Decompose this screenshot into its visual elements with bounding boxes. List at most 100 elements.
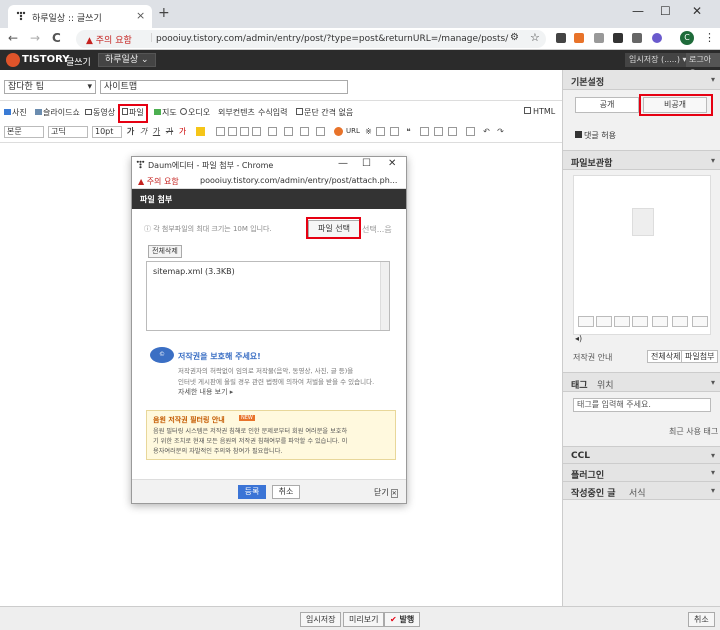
close-tab-icon[interactable]: × <box>136 9 145 22</box>
copyright-details-link[interactable]: 자세한 내용 보기 ▸ <box>178 387 233 397</box>
popup-minimize-button[interactable]: — <box>338 158 348 169</box>
paragraph-style-select[interactable]: 본문 <box>4 126 44 138</box>
indent-icon[interactable] <box>300 127 309 136</box>
address-url[interactable]: poooiuy.tistory.com/admin/entry/post/?ty… <box>156 34 508 44</box>
public-option-button[interactable]: 공개 <box>575 97 639 113</box>
recent-tags-link[interactable]: 최근 사용 태그 <box>669 426 718 437</box>
float-right-icon[interactable] <box>652 316 668 327</box>
insert-icon[interactable] <box>672 316 688 327</box>
text-color-button[interactable]: 가 <box>178 127 187 136</box>
preview-button[interactable]: 미리보기 <box>343 612 385 627</box>
speaker-icon[interactable]: ◂) <box>575 334 582 343</box>
align-right-icon[interactable] <box>614 316 630 327</box>
extension-icon[interactable] <box>594 33 604 43</box>
insert-map-button[interactable]: 지도 <box>154 107 177 118</box>
temp-save-dropdown[interactable]: 임시저장 (.....) ▾ <box>625 53 691 67</box>
blog-selector[interactable]: 하루일상 ⌄ <box>98 53 156 67</box>
reload-button[interactable]: C <box>52 31 61 45</box>
bold-button[interactable]: 가 <box>126 127 135 136</box>
new-tab-button[interactable]: + <box>158 5 170 21</box>
extension-icon[interactable] <box>556 33 566 43</box>
file-storage-header[interactable]: 파일보관함 ▾ <box>563 150 720 170</box>
insert-equation-button[interactable]: 수식입력 <box>258 107 287 118</box>
insert-external-content-button[interactable]: 외부컨텐츠 <box>218 107 255 118</box>
attach-file-button[interactable]: 파일첨부 <box>681 350 719 363</box>
temp-save-button[interactable]: 임시저장 <box>300 612 342 627</box>
more-icon[interactable] <box>448 127 457 136</box>
format-tab[interactable]: 서식 <box>629 486 646 499</box>
quote-icon[interactable]: ❝ <box>404 127 413 136</box>
delete-all-files-button[interactable]: 전체삭제 <box>647 350 685 363</box>
align-center-icon[interactable] <box>228 127 237 136</box>
extension-icon[interactable] <box>574 33 584 43</box>
close-window-button[interactable]: ✕ <box>692 4 702 18</box>
code-icon[interactable] <box>434 127 443 136</box>
comment-allow-checkbox[interactable]: 댓글 허용 <box>575 130 616 141</box>
register-button[interactable]: 등록 <box>238 485 266 499</box>
translate-icon[interactable]: ⚙ <box>510 32 519 43</box>
cancel-button[interactable]: 취소 <box>688 612 715 627</box>
location-tab[interactable]: 위치 <box>597 378 614 391</box>
scrollbar[interactable] <box>380 262 389 330</box>
align-center-icon[interactable] <box>596 316 612 327</box>
extension-icon[interactable] <box>652 33 662 43</box>
extension-icon[interactable] <box>632 33 642 43</box>
profile-avatar[interactable]: C <box>680 31 694 45</box>
find-icon[interactable] <box>466 127 475 136</box>
logout-button[interactable]: 로그아웃 <box>686 53 720 78</box>
list-icon[interactable] <box>284 127 293 136</box>
delete-all-button[interactable]: 전체삭제 <box>148 245 182 258</box>
maximize-button[interactable]: ☐ <box>660 4 671 18</box>
security-warning[interactable]: ▲ 주의 요함 <box>86 33 132 46</box>
box-icon[interactable] <box>420 127 429 136</box>
insert-slideshow-button[interactable]: 슬라이드쇼 <box>35 107 80 118</box>
tag-input[interactable]: 태그를 입력해 주세요. <box>573 398 711 412</box>
back-button[interactable]: ← <box>8 31 18 45</box>
browser-tab[interactable]: 하루일상 :: 글쓰기 × <box>8 5 152 28</box>
insert-video-button[interactable]: 동영상 <box>85 107 115 118</box>
address-bar[interactable]: ▲ 주의 요함 | poooiuy.tistory.com/admin/entr… <box>76 30 546 48</box>
table-icon[interactable] <box>376 127 385 136</box>
plugins-header[interactable]: 플러그인 ▾ <box>563 464 720 482</box>
insert-audio-button[interactable]: 오디오 <box>180 107 210 118</box>
strikethrough-button[interactable]: 가 <box>165 127 174 136</box>
popup-cancel-button[interactable]: 취소 <box>272 485 300 499</box>
popup-close-button[interactable]: ✕ <box>388 158 396 169</box>
popup-maximize-button[interactable]: ☐ <box>362 158 371 169</box>
font-family-select[interactable]: 고딕 <box>48 126 88 138</box>
delete-icon[interactable] <box>692 316 708 327</box>
float-left-icon[interactable] <box>632 316 648 327</box>
basic-settings-header[interactable]: 기본설정 ▾ <box>563 70 720 90</box>
emoticon-icon[interactable] <box>334 127 343 136</box>
popup-close-link[interactable]: 닫기 ✕ <box>374 487 398 498</box>
publish-button[interactable]: ✔ 발행 <box>384 612 421 627</box>
url-link-button[interactable]: URL <box>346 127 360 135</box>
popup-security-warning[interactable]: ▲ 주의 요함 <box>138 176 179 187</box>
forward-button[interactable]: → <box>30 31 40 45</box>
no-paragraph-spacing-toggle[interactable]: 문단 간격 없음 <box>296 107 353 118</box>
ccl-header[interactable]: CCL ▾ <box>563 446 720 464</box>
undo-icon[interactable]: ↶ <box>482 127 491 136</box>
outdent-icon[interactable] <box>316 127 325 136</box>
drafts-tab[interactable]: 작성중인 글 <box>571 486 616 499</box>
align-left-icon[interactable] <box>578 316 594 327</box>
attached-file-list[interactable]: sitemap.xml (3.3KB) <box>146 261 390 331</box>
tistory-logo[interactable]: TISTORY <box>22 54 69 65</box>
align-right-icon[interactable] <box>240 127 249 136</box>
italic-button[interactable]: 가 <box>139 127 148 136</box>
bookmark-star-icon[interactable]: ☆ <box>530 31 540 44</box>
special-char-icon[interactable]: ※ <box>364 127 373 136</box>
minimize-button[interactable]: — <box>632 4 644 18</box>
category-select[interactable]: 잡다한 팁 ▾ <box>4 80 96 94</box>
underline-button[interactable]: 가 <box>152 127 161 136</box>
chrome-menu-icon[interactable]: ⋮ <box>704 31 715 44</box>
redo-icon[interactable]: ↷ <box>496 127 505 136</box>
extension-icon[interactable] <box>613 33 623 43</box>
align-justify-icon[interactable] <box>252 127 261 136</box>
post-title-input[interactable]: 사이트맵 <box>100 80 348 94</box>
font-size-select[interactable]: 10pt <box>92 126 122 138</box>
horizontal-line-icon[interactable] <box>390 127 399 136</box>
insert-photo-button[interactable]: 사진 <box>4 107 27 118</box>
line-height-icon[interactable] <box>268 127 277 136</box>
highlight-color-icon[interactable] <box>196 127 205 136</box>
